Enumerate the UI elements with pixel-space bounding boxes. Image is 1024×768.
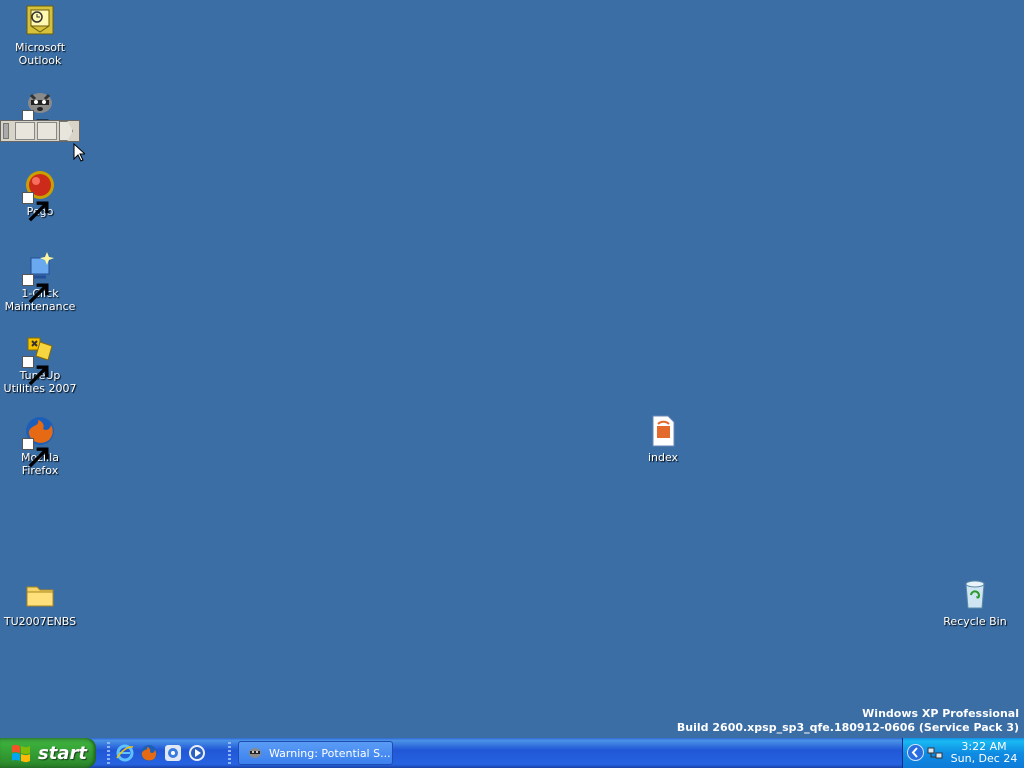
desktop-icon-tuneup[interactable]: TuneUp Utilities 2007 [0,332,80,395]
media-icon[interactable] [163,743,183,763]
html-file-icon [646,414,680,448]
desktop-icon-outlook[interactable]: Microsoft Outlook [0,4,80,67]
desktop-icon-label: TU2007ENBS [3,615,77,628]
internet-explorer-icon[interactable] [115,743,135,763]
toolbar-expand-button[interactable] [59,121,73,141]
os-edition-text: Windows XP Professional [862,707,1019,720]
folder-icon [23,578,57,612]
tuneup-icon [22,332,57,386]
taskbar-grip[interactable] [228,742,231,764]
desktop-icon-firefox[interactable]: Mozilla Firefox [0,414,80,477]
floating-toolbar[interactable] [0,120,80,142]
desktop-icon-1-click-maintenance[interactable]: 1-Click Maintenance [0,250,80,313]
desktop-icon-raccoon[interactable] [0,86,80,140]
outlook-icon [23,4,57,38]
shortcut-arrow-icon [22,274,49,304]
desktop: Microsoft Outlook Pego 1-Click Maintenan… [0,0,1024,738]
quick-launch-grip[interactable] [107,742,110,764]
system-tray: 3:22 AM Sun, Dec 24 [902,738,1024,768]
network-icon[interactable] [927,745,943,761]
pego-icon [22,168,57,222]
windows-logo-icon [12,744,30,763]
desktop-icon-tu2007enbs[interactable]: TU2007ENBS [0,578,80,628]
maintenance-icon [22,250,57,304]
task-button-warning[interactable]: Warning: Potential S... [238,741,393,765]
desktop-icon-index[interactable]: index [623,414,703,464]
os-version-watermark: Windows XP Professional Build 2600.xpsp_… [677,707,1019,735]
toolbar-grip[interactable] [3,123,9,139]
desktop-icon-label: index [647,451,679,464]
desktop-icon-pego[interactable]: Pego [0,168,80,222]
os-build-text: Build 2600.xpsp_sp3_qfe.180912-0606 (Ser… [676,721,1019,734]
desktop-icon-recycle-bin[interactable]: Recycle Bin [935,578,1015,628]
raccoon-icon [249,748,261,758]
firefox-icon[interactable] [139,743,159,763]
desktop-icon-label: Microsoft Outlook [14,41,66,67]
firefox-icon [22,414,57,468]
recycle-bin-icon [958,578,992,612]
shortcut-arrow-icon [22,438,49,468]
quick-launch-bar [115,738,211,768]
taskbar: start Warning: Potential S... 3:22 AM Su… [0,738,1024,768]
start-button[interactable]: start [0,738,96,768]
show-hidden-icons-chevron-icon[interactable] [907,744,924,761]
shortcut-arrow-icon [22,192,49,222]
clock[interactable]: 3:22 AM Sun, Dec 24 [945,741,1023,765]
start-label: start [38,742,87,764]
clock-date: Sun, Dec 24 [950,752,1018,765]
shortcut-arrow-icon [22,356,49,386]
toolbar-button-1[interactable] [15,122,35,140]
mouse-cursor-icon [73,143,85,162]
task-button-label: Warning: Potential S... [269,746,391,760]
raccoon-icon [22,86,57,140]
desktop-icon-label: Recycle Bin [943,615,1007,628]
media-player-icon[interactable] [187,743,207,763]
toolbar-button-2[interactable] [37,122,57,140]
